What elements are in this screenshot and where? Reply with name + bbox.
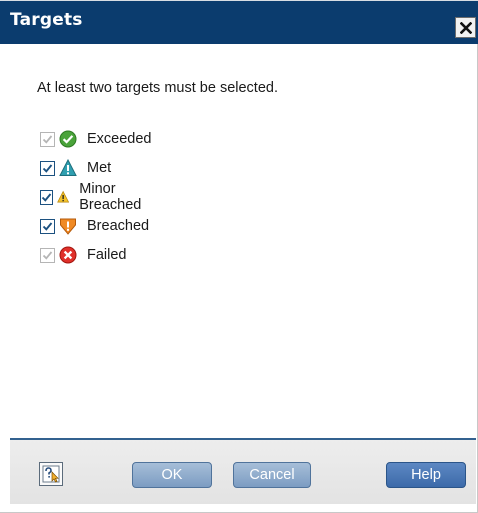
breached-label: Breached xyxy=(87,218,150,234)
close-button[interactable] xyxy=(455,17,476,38)
met-label: Met xyxy=(87,160,112,176)
instruction-text: At least two targets must be selected. xyxy=(37,80,278,96)
checkmark-icon xyxy=(42,250,53,260)
targets-dialog: Targets At least two targets must be sel… xyxy=(0,0,478,513)
option-minor-breached: Minor Breached xyxy=(40,181,149,213)
option-met: Met xyxy=(40,158,111,178)
cancel-button[interactable]: Cancel xyxy=(233,462,311,488)
context-help-button[interactable] xyxy=(39,462,63,486)
checkmark-icon xyxy=(42,163,53,173)
option-exceeded: Exceeded xyxy=(40,129,152,149)
option-breached: Breached xyxy=(40,216,149,236)
check-circle-green-icon xyxy=(59,130,77,148)
met-checkbox[interactable] xyxy=(40,160,55,176)
ok-button[interactable]: OK xyxy=(132,462,212,488)
exceeded-checkbox[interactable] xyxy=(40,131,55,147)
checkmark-icon xyxy=(42,221,53,231)
help-button[interactable]: Help xyxy=(386,462,466,488)
checkmark-icon xyxy=(42,134,53,144)
title-bar: Targets xyxy=(0,0,478,44)
close-icon xyxy=(459,21,472,34)
exclamation-shield-orange-icon xyxy=(60,218,76,235)
warning-triangle-teal-icon xyxy=(59,159,77,176)
warning-triangle-yellow-icon xyxy=(57,190,70,203)
dialog-title: Targets xyxy=(10,10,83,30)
failed-label: Failed xyxy=(87,247,127,263)
failed-checkbox[interactable] xyxy=(40,247,55,263)
minor-breached-checkbox[interactable] xyxy=(40,189,53,205)
exceeded-label: Exceeded xyxy=(87,131,152,147)
checkmark-icon xyxy=(41,192,52,202)
breached-checkbox[interactable] xyxy=(40,218,55,234)
help-pointer-icon xyxy=(42,465,60,483)
option-failed: Failed xyxy=(40,245,127,265)
x-circle-red-icon xyxy=(59,246,77,264)
minor-breached-label: Minor Breached xyxy=(79,181,142,213)
